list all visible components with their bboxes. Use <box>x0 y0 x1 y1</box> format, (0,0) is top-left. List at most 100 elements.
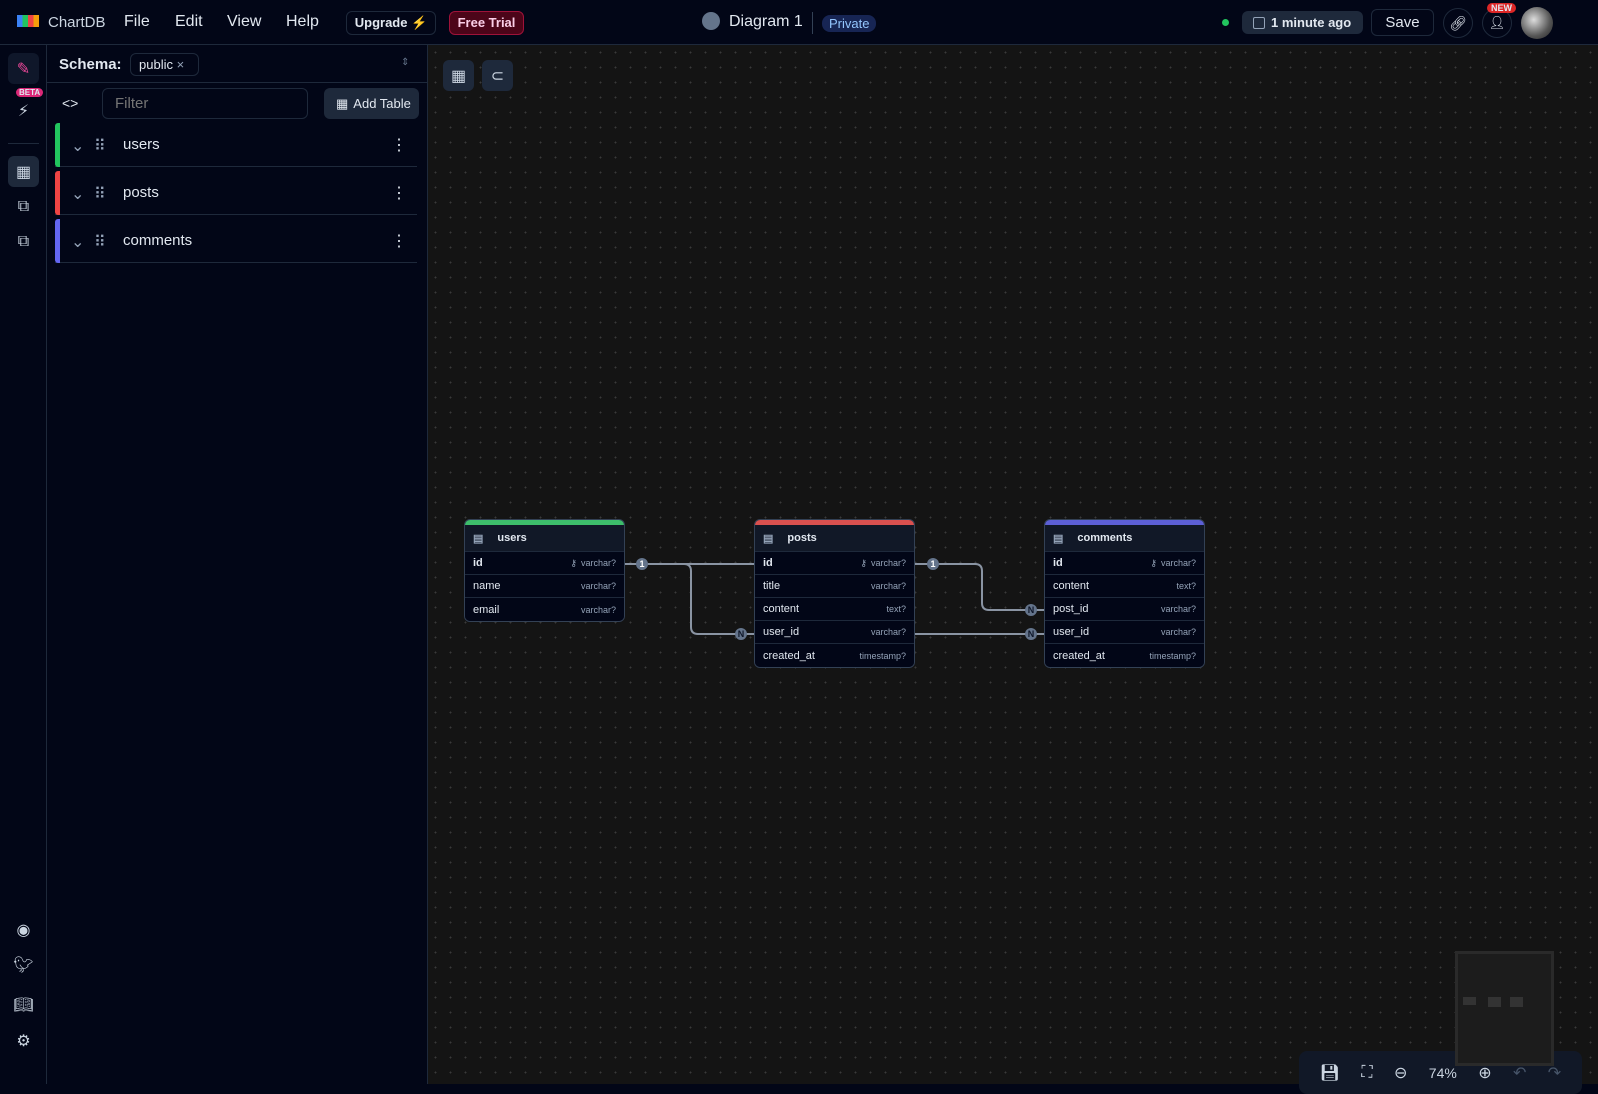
upgrade-button[interactable]: Upgrade ⚡ <box>346 11 436 35</box>
online-status-dot <box>1222 19 1229 26</box>
table-field[interactable]: content text? <box>755 598 914 621</box>
drag-handle-icon[interactable]: ⠿ <box>94 232 106 252</box>
field-name: user_id <box>763 626 800 638</box>
zoom-out-icon[interactable]: ⊖ <box>1394 1063 1407 1083</box>
menu-help[interactable]: Help <box>286 13 319 31</box>
table-title: posts <box>787 532 817 544</box>
rail-tables-design-button[interactable]: ✎ <box>8 53 39 84</box>
cardinality-label: N <box>1028 629 1035 639</box>
filter-input[interactable] <box>102 88 308 119</box>
schema-select[interactable]: public × <box>130 53 199 76</box>
free-trial-button[interactable]: Free Trial <box>449 11 524 35</box>
sidebar-table-item[interactable]: ⌄ ⠿ users ⋮ <box>55 123 417 167</box>
clear-icon[interactable]: × <box>177 57 185 72</box>
menu-edit[interactable]: Edit <box>175 13 203 31</box>
table-title: users <box>497 532 527 544</box>
table-title: comments <box>1077 532 1133 544</box>
table-name: posts <box>123 184 159 201</box>
rail-ai-button[interactable]: ⚡︎ <box>8 95 39 126</box>
magic-wand-icon: ⚡︎ <box>17 102 30 120</box>
table-icon: ▦ <box>336 95 349 111</box>
tables-sidebar: Schema: public × ⇕ <> ▦ Add Table ⌄ ⠿ users… <box>47 45 428 1084</box>
chevron-down-icon[interactable]: ⌄ <box>71 136 84 156</box>
discord-button[interactable]: ◉ <box>8 914 39 945</box>
add-table-button[interactable]: ▦ Add Table <box>324 88 419 119</box>
field-type: varchar? <box>1160 627 1196 637</box>
visibility-badge[interactable]: Private <box>822 15 877 32</box>
sidebar-table-item[interactable]: ⌄ ⠿ posts ⋮ <box>55 171 417 215</box>
table-field[interactable]: user_id varchar? <box>1045 621 1204 644</box>
table-header[interactable]: ▤ comments <box>1045 525 1204 552</box>
code-view-button[interactable]: <> <box>62 95 78 111</box>
table-field[interactable]: post_id varchar? <box>1045 598 1204 621</box>
relationship-icon: ⧉ <box>17 197 30 215</box>
twitter-icon: 🐦︎ <box>13 956 34 974</box>
table-header[interactable]: ▤ posts <box>755 525 914 552</box>
field-type: text? <box>886 604 906 614</box>
table-field[interactable]: created_at timestamp? <box>1045 644 1204 667</box>
more-options-icon[interactable]: ⋮ <box>391 183 407 203</box>
table-field[interactable]: title varchar? <box>755 575 914 598</box>
table-field[interactable]: id ⚷ varchar? <box>465 552 624 575</box>
rail-tables-button[interactable]: ▦ <box>8 156 39 187</box>
relation-edge <box>642 563 755 635</box>
user-plus-icon: 👤︎ <box>1488 15 1506 30</box>
key-icon: ⚷ <box>570 558 577 568</box>
field-type: varchar? <box>870 627 906 637</box>
table-color-bar <box>55 171 60 215</box>
save-button[interactable]: Save <box>1371 9 1434 36</box>
table-node-comments[interactable]: ▤ comments id ⚷ varchar? content text? post_id v… <box>1044 519 1205 668</box>
sidebar-table-item[interactable]: ⌄ ⠿ comments ⋮ <box>55 219 417 263</box>
table-field[interactable]: id ⚷ varchar? <box>755 552 914 575</box>
table-node-posts[interactable]: ▤ posts id ⚷ varchar? title varchar? content tex… <box>754 519 915 668</box>
more-options-icon[interactable]: ⋮ <box>391 135 407 155</box>
table-node-users[interactable]: ▤ users id ⚷ varchar? name varchar? email varcha… <box>464 519 625 622</box>
field-type: varchar? <box>580 558 616 568</box>
table-field[interactable]: email varchar? <box>465 598 624 621</box>
field-type: timestamp? <box>1149 650 1196 661</box>
field-name: user_id <box>1053 626 1090 638</box>
rail-dependencies-button[interactable]: ⧉ <box>8 226 39 257</box>
table-icon: ▤ <box>1053 532 1064 545</box>
table-field[interactable]: created_at timestamp? <box>755 644 914 667</box>
field-name: content <box>1053 580 1090 592</box>
cardinality-label: N <box>1028 605 1035 615</box>
table-icon: ▤ <box>763 532 774 545</box>
share-link-button[interactable]: 🔗︎ <box>1443 8 1473 38</box>
chartdb-logo-icon <box>17 15 39 27</box>
chevron-down-icon[interactable]: ⌄ <box>71 232 84 252</box>
drag-handle-icon[interactable]: ⠿ <box>94 136 106 156</box>
settings-button[interactable]: ⚙ <box>8 1025 39 1056</box>
chevron-up-down-icon[interactable]: ⇕ <box>401 57 409 68</box>
add-table-label: Add Table <box>353 96 411 111</box>
table-color-bar <box>55 219 60 263</box>
diagram-name[interactable]: Diagram 1 <box>729 13 803 31</box>
rail-relationships-button[interactable]: ⧉ <box>8 191 39 222</box>
save-icon[interactable]: 💾︎ <box>1320 1063 1340 1083</box>
diagram-canvas[interactable]: ▦ ⊂ 1 N 1 N N ▤ users id ⚷ varchar? name varch… <box>428 45 1598 1094</box>
minimap[interactable] <box>1455 951 1554 1066</box>
new-badge: NEW <box>1487 3 1516 13</box>
divider <box>47 82 428 83</box>
docs-button[interactable]: 📖︎ <box>8 989 39 1020</box>
field-name: created_at <box>1053 649 1105 662</box>
table-field[interactable]: user_id varchar? <box>755 621 914 644</box>
icon-rail: ✎ BETA ⚡︎ ▦ ⧉ ⧉ ◉ 🐦︎ 📖︎ ⚙ <box>0 45 47 1084</box>
key-icon: ⚷ <box>1150 558 1157 568</box>
drag-handle-icon[interactable]: ⠿ <box>94 184 106 204</box>
table-name: users <box>123 136 160 153</box>
table-header[interactable]: ▤ users <box>465 525 624 552</box>
table-field[interactable]: name varchar? <box>465 575 624 598</box>
table-field[interactable]: id ⚷ varchar? <box>1045 552 1204 575</box>
menu-view[interactable]: View <box>227 13 261 31</box>
twitter-button[interactable]: 🐦︎ <box>8 949 39 980</box>
menu-file[interactable]: File <box>124 13 150 31</box>
zoom-level[interactable]: 74% <box>1429 1065 1457 1081</box>
relation-edge <box>915 563 1045 611</box>
fit-view-icon[interactable]: ⛶ <box>1361 1064 1372 1082</box>
more-options-icon[interactable]: ⋮ <box>391 231 407 251</box>
avatar[interactable] <box>1521 7 1553 39</box>
key-icon: ⚷ <box>860 558 867 568</box>
table-field[interactable]: content text? <box>1045 575 1204 598</box>
chevron-down-icon[interactable]: ⌄ <box>71 184 84 204</box>
